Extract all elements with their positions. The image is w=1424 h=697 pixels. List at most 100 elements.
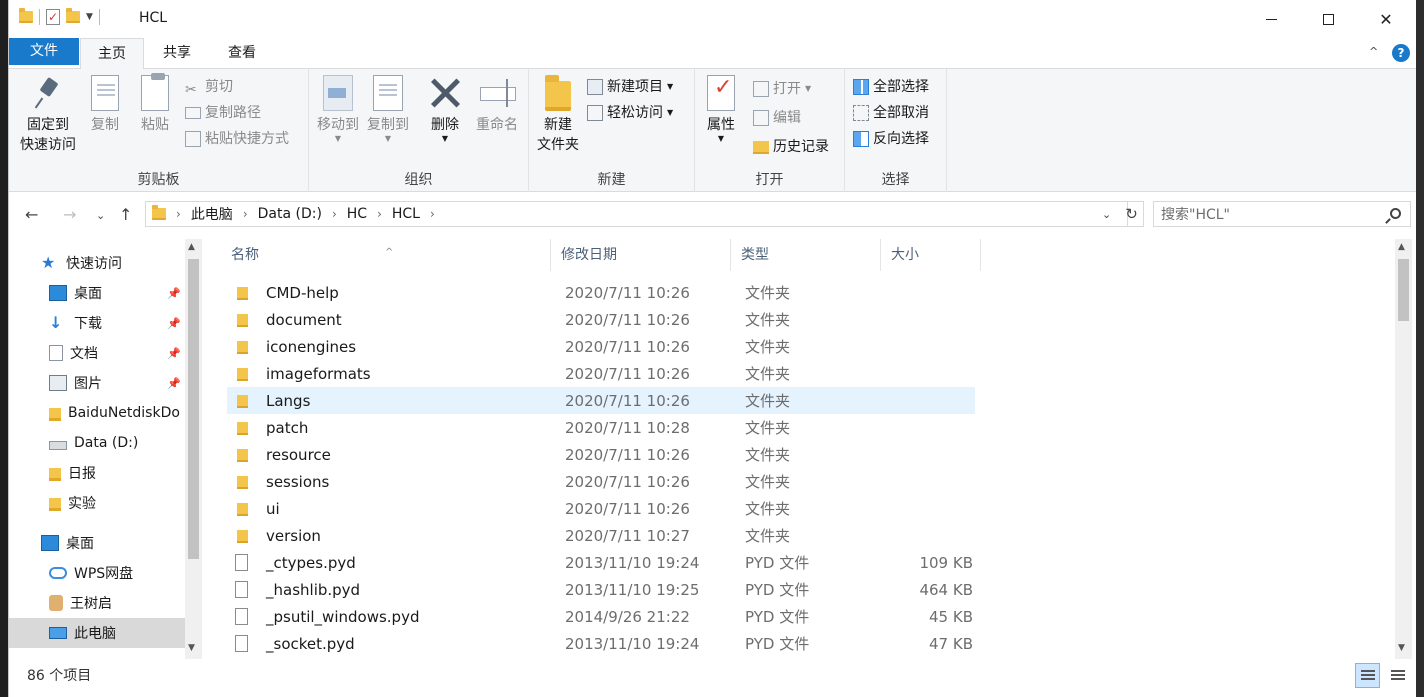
nav-documents[interactable]: 文档 📌 [9, 338, 185, 368]
breadcrumb-separator-icon[interactable]: › [176, 207, 181, 221]
file-row[interactable]: ui 2020/7/11 10:26 文件夹 [227, 495, 975, 522]
file-name: _psutil_windows.pyd [266, 607, 420, 626]
file-row[interactable]: _hashlib.pyd 2013/11/10 19:25 PYD 文件 464 KB [227, 576, 975, 603]
nav-downloads[interactable]: ↓ 下载 📌 [9, 308, 185, 338]
collapse-ribbon-icon[interactable]: ^ [1369, 45, 1378, 58]
new-item-button[interactable]: 新建项目 ▼ [587, 76, 673, 98]
file-row[interactable]: imageformats 2020/7/11 10:26 文件夹 [227, 360, 975, 387]
customize-toolbar-icon[interactable]: ▼ [86, 12, 93, 22]
search-box[interactable]: 搜索"HCL" [1153, 201, 1411, 227]
select-all-button[interactable]: 全部选择 [853, 76, 929, 98]
properties-button[interactable]: 属性 ▼ [703, 75, 739, 143]
breadcrumb-data-drive[interactable]: Data (D:) [258, 206, 322, 222]
breadcrumb-separator-icon[interactable]: › [430, 207, 435, 221]
move-to-button[interactable]: 移动到 ▼ [315, 75, 361, 143]
nav-desktop-pinned[interactable]: 桌面 📌 [9, 278, 185, 308]
recent-locations-icon[interactable]: ⌄ [96, 209, 105, 222]
paste-button[interactable]: 粘贴 [135, 73, 175, 135]
star-icon: ★ [41, 253, 56, 272]
select-none-button[interactable]: 全部取消 [853, 102, 929, 124]
nav-user-folder[interactable]: 王树启 [9, 588, 185, 618]
refresh-button[interactable]: ↻ [1120, 201, 1144, 227]
history-button[interactable]: 历史记录 [753, 136, 829, 158]
back-arrow-icon[interactable]: ← [25, 205, 38, 224]
file-row[interactable]: _psutil_windows.pyd 2014/9/26 21:22 PYD 文件… [227, 603, 975, 630]
delete-button[interactable]: 删除 ▼ [427, 75, 463, 143]
copy-path-button[interactable]: 复制路径 [185, 102, 261, 124]
breadcrumb-this-pc[interactable]: 此电脑 [191, 204, 233, 224]
pin-to-quick-access-button[interactable]: 固定到 快速访问 [19, 75, 77, 155]
copy-button[interactable]: 复制 [85, 75, 125, 135]
file-row[interactable]: _socket.pyd 2013/11/10 19:24 PYD 文件 47 KB [227, 630, 975, 657]
column-header-name[interactable]: 名称 ^ [221, 239, 551, 271]
new-folder-icon [545, 75, 571, 111]
file-list-scrollbar[interactable]: ▲ ▼ [1395, 239, 1412, 659]
scroll-down-icon[interactable]: ▼ [1398, 643, 1405, 653]
file-row[interactable]: _ctypes.pyd 2013/11/10 19:24 PYD 文件 109 KB [227, 549, 975, 576]
file-row[interactable]: Langs 2020/7/11 10:26 文件夹 [227, 387, 975, 414]
new-folder-button[interactable]: 新建 文件夹 [535, 75, 581, 155]
new-folder-quick-icon[interactable] [66, 8, 80, 23]
address-bar[interactable]: › 此电脑 › Data (D:) › HC › HCL › [145, 201, 1128, 227]
open-button[interactable]: 打开 ▼ [753, 78, 811, 100]
breadcrumb-separator-icon[interactable]: › [377, 207, 382, 221]
tab-share[interactable]: 共享 [149, 38, 205, 68]
copy-path-label: 复制路径 [205, 105, 261, 121]
search-icon[interactable] [1390, 208, 1401, 219]
nav-daily-report[interactable]: 日报 [9, 458, 185, 488]
column-header-size[interactable]: 大小 [881, 239, 981, 271]
search-input[interactable]: 搜索"HCL" [1161, 204, 1230, 224]
nav-quick-access[interactable]: ★ 快速访问 [9, 248, 185, 278]
details-view-button[interactable] [1355, 663, 1380, 688]
rename-button[interactable]: 重命名 [473, 75, 521, 135]
nav-experiment[interactable]: 实验 [9, 488, 185, 518]
scroll-up-icon[interactable]: ▲ [1398, 242, 1405, 252]
help-icon[interactable]: ? [1392, 44, 1410, 62]
breadcrumb-hcl[interactable]: HCL [392, 206, 420, 222]
file-row[interactable]: resource 2020/7/11 10:26 文件夹 [227, 441, 975, 468]
file-row[interactable]: patch 2020/7/11 10:28 文件夹 [227, 414, 975, 441]
scrollbar-thumb[interactable] [188, 259, 199, 559]
file-row[interactable]: sessions 2020/7/11 10:26 文件夹 [227, 468, 975, 495]
file-row[interactable]: document 2020/7/11 10:26 文件夹 [227, 306, 975, 333]
invert-selection-button[interactable]: 反向选择 [853, 128, 929, 150]
column-header-type[interactable]: 类型 [731, 239, 881, 271]
file-type: PYD 文件 [745, 635, 810, 653]
cut-button[interactable]: ✂ 剪切 [185, 76, 233, 98]
tab-file[interactable]: 文件 [9, 38, 79, 65]
scroll-up-icon[interactable]: ▲ [188, 242, 195, 252]
nav-data-drive[interactable]: Data (D:) [9, 428, 185, 458]
nav-pane-scrollbar[interactable]: ▲ ▼ [185, 239, 202, 659]
nav-this-pc[interactable]: 此电脑 [9, 618, 185, 648]
scroll-down-icon[interactable]: ▼ [188, 643, 195, 653]
tab-home[interactable]: 主页 [80, 38, 144, 69]
nav-wps-cloud[interactable]: WPS网盘 [9, 558, 185, 588]
copy-to-button[interactable]: 复制到 ▼ [365, 75, 411, 143]
nav-item-label: 王树启 [70, 596, 112, 612]
close-button[interactable]: ✕ [1357, 0, 1415, 38]
nav-pictures[interactable]: 图片 📌 [9, 368, 185, 398]
scrollbar-thumb[interactable] [1398, 259, 1409, 321]
file-row[interactable]: version 2020/7/11 10:27 文件夹 [227, 522, 975, 549]
minimize-button[interactable] [1242, 0, 1300, 38]
file-row[interactable]: CMD-help 2020/7/11 10:26 文件夹 [227, 279, 975, 306]
column-header-date[interactable]: 修改日期 [551, 239, 731, 271]
paste-shortcut-button[interactable]: 粘贴快捷方式 [185, 128, 289, 150]
up-arrow-icon[interactable]: ↑ [119, 205, 132, 224]
tab-view[interactable]: 查看 [209, 38, 275, 68]
breadcrumb-separator-icon[interactable]: › [332, 207, 337, 221]
file-row[interactable]: iconengines 2020/7/11 10:26 文件夹 [227, 333, 975, 360]
maximize-button[interactable] [1299, 0, 1357, 38]
breadcrumb-separator-icon[interactable]: › [243, 207, 248, 221]
address-dropdown-icon[interactable]: ⌄ [1102, 208, 1111, 221]
paste-shortcut-label: 粘贴快捷方式 [205, 131, 289, 147]
forward-arrow-icon[interactable]: → [63, 205, 76, 224]
column-header-label: 大小 [891, 247, 919, 263]
breadcrumb-hc[interactable]: HC [347, 206, 367, 222]
properties-quick-icon[interactable]: ✓ [46, 9, 60, 25]
nav-desktop[interactable]: 桌面 [9, 528, 185, 558]
nav-baidunetdisk[interactable]: BaiduNetdiskDo [9, 398, 185, 428]
edit-button[interactable]: 编辑 [753, 107, 801, 129]
large-icons-view-button[interactable] [1385, 663, 1410, 688]
easy-access-button[interactable]: 轻松访问 ▼ [587, 102, 673, 124]
